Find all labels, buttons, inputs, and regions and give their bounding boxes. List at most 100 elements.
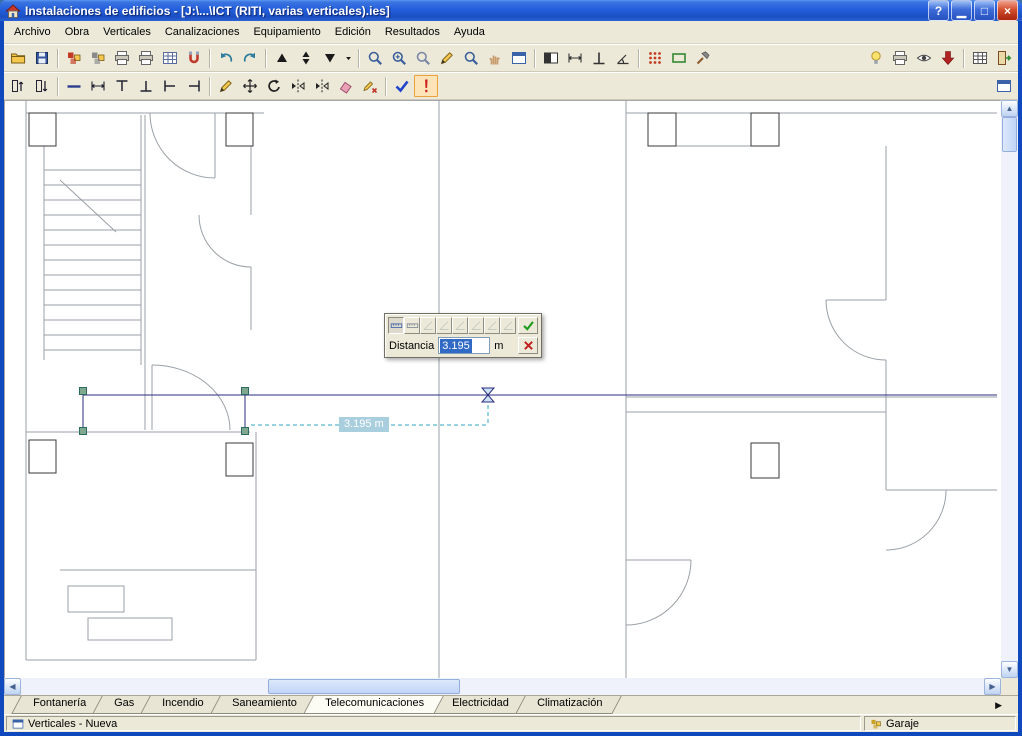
menu-equipamiento[interactable]: Equipamiento xyxy=(246,24,327,41)
undo-arrow-icon xyxy=(218,50,234,66)
menu-edicion[interactable]: Edición xyxy=(328,24,378,41)
frame-view-button[interactable] xyxy=(507,47,531,69)
job-new-button[interactable] xyxy=(62,47,86,69)
report-tables-button[interactable] xyxy=(968,47,992,69)
dim-mode-6-button[interactable] xyxy=(468,317,484,334)
node-right-button[interactable] xyxy=(182,75,206,97)
menu-ayuda[interactable]: Ayuda xyxy=(447,24,492,41)
tab-fontaneria[interactable]: Fontanería xyxy=(11,696,106,714)
toolbar-separator xyxy=(385,76,387,96)
tab-electricidad[interactable]: Electricidad xyxy=(430,696,529,714)
tab-telecomunicaciones[interactable]: Telecomunicaciones xyxy=(303,696,444,714)
vertical-scrollbar[interactable]: ▲ ▼ xyxy=(1001,100,1018,678)
redraw-button[interactable] xyxy=(435,47,459,69)
edit-data-button[interactable] xyxy=(358,75,382,97)
horizontal-scroll-track[interactable] xyxy=(21,678,984,695)
zoom-previous-button[interactable] xyxy=(411,47,435,69)
job-manage-button[interactable] xyxy=(86,47,110,69)
close-button[interactable]: × xyxy=(997,0,1018,21)
toolbar-separator xyxy=(265,48,267,68)
check-design-button[interactable] xyxy=(390,75,414,97)
workspace: 3.195 m Distancia 3.195 m ▲ ▼ xyxy=(4,100,1018,678)
status-plant-cell[interactable]: Garaje xyxy=(864,716,1016,731)
undo-button[interactable] xyxy=(214,47,238,69)
dim-mode-5-button[interactable] xyxy=(452,317,468,334)
erase-button[interactable] xyxy=(334,75,358,97)
zoom-scale-button[interactable] xyxy=(459,47,483,69)
plan-preview-button[interactable] xyxy=(912,47,936,69)
tab-climatizacion[interactable]: Climatización xyxy=(514,696,622,714)
vertical-edit-button[interactable] xyxy=(30,75,54,97)
node-top-button[interactable] xyxy=(110,75,134,97)
conduit-button[interactable] xyxy=(62,75,86,97)
bw-view-button[interactable] xyxy=(539,47,563,69)
templates-button[interactable] xyxy=(158,47,182,69)
plan-config-button[interactable] xyxy=(992,75,1016,97)
tab-saneamiento[interactable]: Saneamiento xyxy=(210,696,317,714)
plant-menu-button[interactable] xyxy=(342,47,355,69)
print-plan-button[interactable] xyxy=(888,47,912,69)
lighting-options-button[interactable] xyxy=(864,47,888,69)
mirror-h-button[interactable] xyxy=(286,75,310,97)
plant-down-button[interactable] xyxy=(318,47,342,69)
tee-left-icon xyxy=(162,78,178,94)
help-button[interactable]: ? xyxy=(928,0,949,21)
export-plan-button[interactable] xyxy=(936,47,960,69)
dim-mode-7-button[interactable] xyxy=(484,317,500,334)
scroll-right-button[interactable]: ▶ xyxy=(984,678,1001,695)
ortho-button[interactable] xyxy=(587,47,611,69)
horizontal-scrollbar[interactable]: ◀ ▶ xyxy=(4,678,1001,695)
node-left-button[interactable] xyxy=(158,75,182,97)
scroll-down-button[interactable]: ▼ xyxy=(1001,661,1018,678)
main-toolbar xyxy=(4,44,1018,72)
redo-button[interactable] xyxy=(238,47,262,69)
references-button[interactable] xyxy=(643,47,667,69)
move-element-button[interactable] xyxy=(238,75,262,97)
node-bottom-button[interactable] xyxy=(134,75,158,97)
rotate-element-button[interactable] xyxy=(262,75,286,97)
edit-element-button[interactable] xyxy=(214,75,238,97)
print-preview-button[interactable] xyxy=(134,47,158,69)
measure-button[interactable] xyxy=(611,47,635,69)
dim-mode-3-button[interactable] xyxy=(420,317,436,334)
drawing-canvas[interactable]: 3.195 m Distancia 3.195 m xyxy=(4,100,1001,678)
capture-region-button[interactable] xyxy=(667,47,691,69)
menu-obra[interactable]: Obra xyxy=(58,24,96,41)
scroll-up-button[interactable]: ▲ xyxy=(1001,100,1018,117)
plant-up-button[interactable] xyxy=(270,47,294,69)
restore-button[interactable]: □ xyxy=(974,0,995,21)
vertical-scroll-thumb[interactable] xyxy=(1002,117,1017,152)
dim-aligned-button[interactable] xyxy=(404,317,420,334)
errors-button[interactable] xyxy=(414,75,438,97)
menu-archivo[interactable]: Archivo xyxy=(7,24,58,41)
open-button[interactable] xyxy=(6,47,30,69)
zoom-window-button[interactable] xyxy=(363,47,387,69)
horizontal-scroll-thumb[interactable] xyxy=(268,679,460,694)
snap-magnet-button[interactable] xyxy=(182,47,206,69)
accept-button[interactable] xyxy=(518,317,538,334)
scroll-left-button[interactable]: ◀ xyxy=(4,678,21,695)
menu-canalizaciones[interactable]: Canalizaciones xyxy=(158,24,247,41)
dim-mode-4-button[interactable] xyxy=(436,317,452,334)
exit-button[interactable] xyxy=(992,47,1016,69)
vertical-new-button[interactable] xyxy=(6,75,30,97)
save-button[interactable] xyxy=(30,47,54,69)
vertical-scroll-track[interactable] xyxy=(1001,117,1018,661)
pan-button[interactable] xyxy=(483,47,507,69)
dimensions-button[interactable] xyxy=(563,47,587,69)
conduit-dim-button[interactable] xyxy=(86,75,110,97)
tools-button[interactable] xyxy=(691,47,715,69)
tab-scroll-right-icon[interactable]: ▶ xyxy=(995,700,1018,711)
minimize-button[interactable]: ▁ xyxy=(951,0,972,21)
print-button[interactable] xyxy=(110,47,134,69)
mirror-v-button[interactable] xyxy=(310,75,334,97)
dim-orthogonal-button[interactable] xyxy=(388,317,404,334)
dim-mode-8-button[interactable] xyxy=(500,317,516,334)
distancia-input[interactable]: 3.195 xyxy=(438,337,491,354)
plant-goto-button[interactable] xyxy=(294,47,318,69)
menu-resultados[interactable]: Resultados xyxy=(378,24,447,41)
cancel-button[interactable] xyxy=(518,337,538,354)
zoom-all-button[interactable] xyxy=(387,47,411,69)
riser-icon xyxy=(10,78,26,94)
menu-verticales[interactable]: Verticales xyxy=(96,24,158,41)
